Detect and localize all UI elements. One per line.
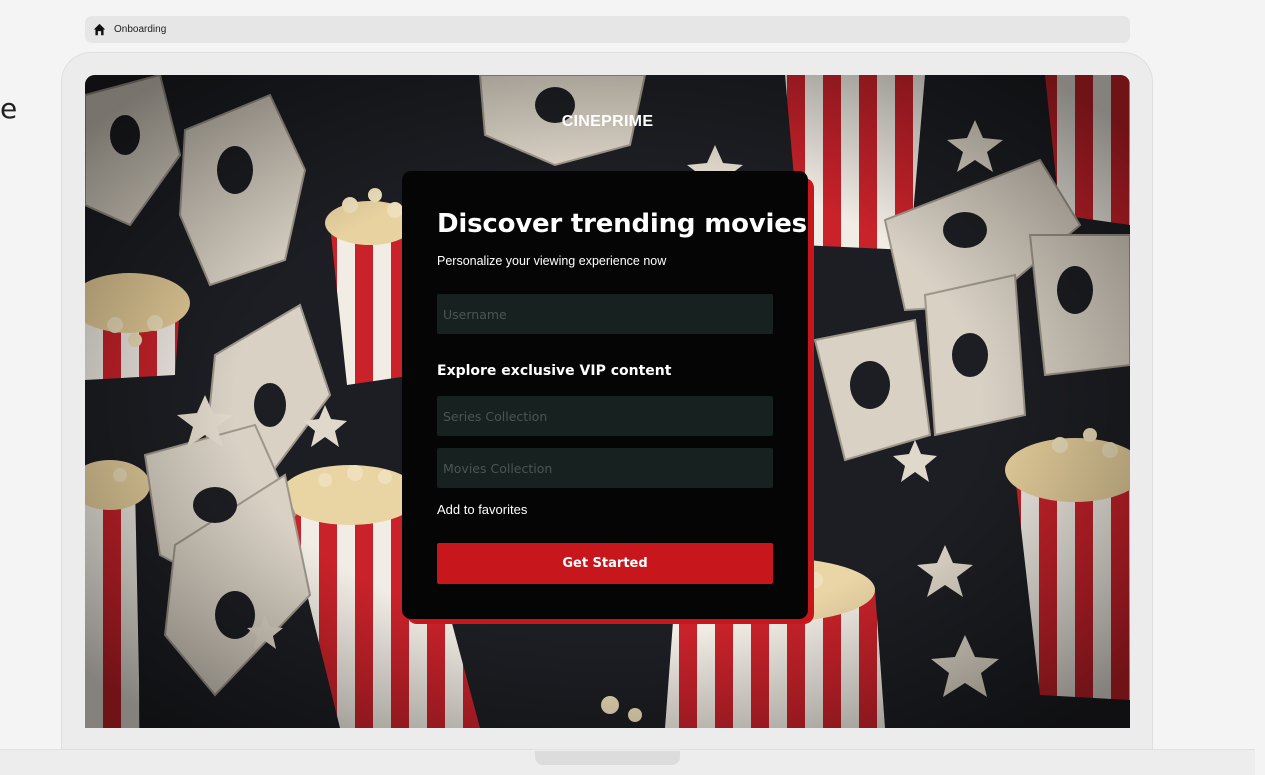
- onboarding-card: Discover trending movies Personalize you…: [402, 171, 808, 619]
- movies-collection-input[interactable]: [437, 448, 773, 488]
- series-collection-input[interactable]: [437, 396, 773, 436]
- username-input[interactable]: [437, 294, 773, 334]
- stray-text: e: [0, 92, 18, 125]
- home-icon[interactable]: [93, 23, 106, 36]
- laptop-notch: [535, 751, 680, 765]
- vip-section-label: Explore exclusive VIP content: [437, 363, 672, 379]
- card-subtitle: Personalize your viewing experience now: [437, 254, 667, 268]
- laptop-screen: CINEPRIME Discover trending movies Perso…: [85, 75, 1130, 728]
- breadcrumb: Onboarding: [85, 16, 1130, 43]
- card-title: Discover trending movies: [437, 209, 807, 239]
- get-started-button[interactable]: Get Started: [437, 543, 773, 584]
- breadcrumb-onboarding[interactable]: Onboarding: [114, 24, 166, 35]
- brand-logo: CINEPRIME: [561, 113, 654, 130]
- add-to-favorites-link[interactable]: Add to favorites: [437, 502, 527, 517]
